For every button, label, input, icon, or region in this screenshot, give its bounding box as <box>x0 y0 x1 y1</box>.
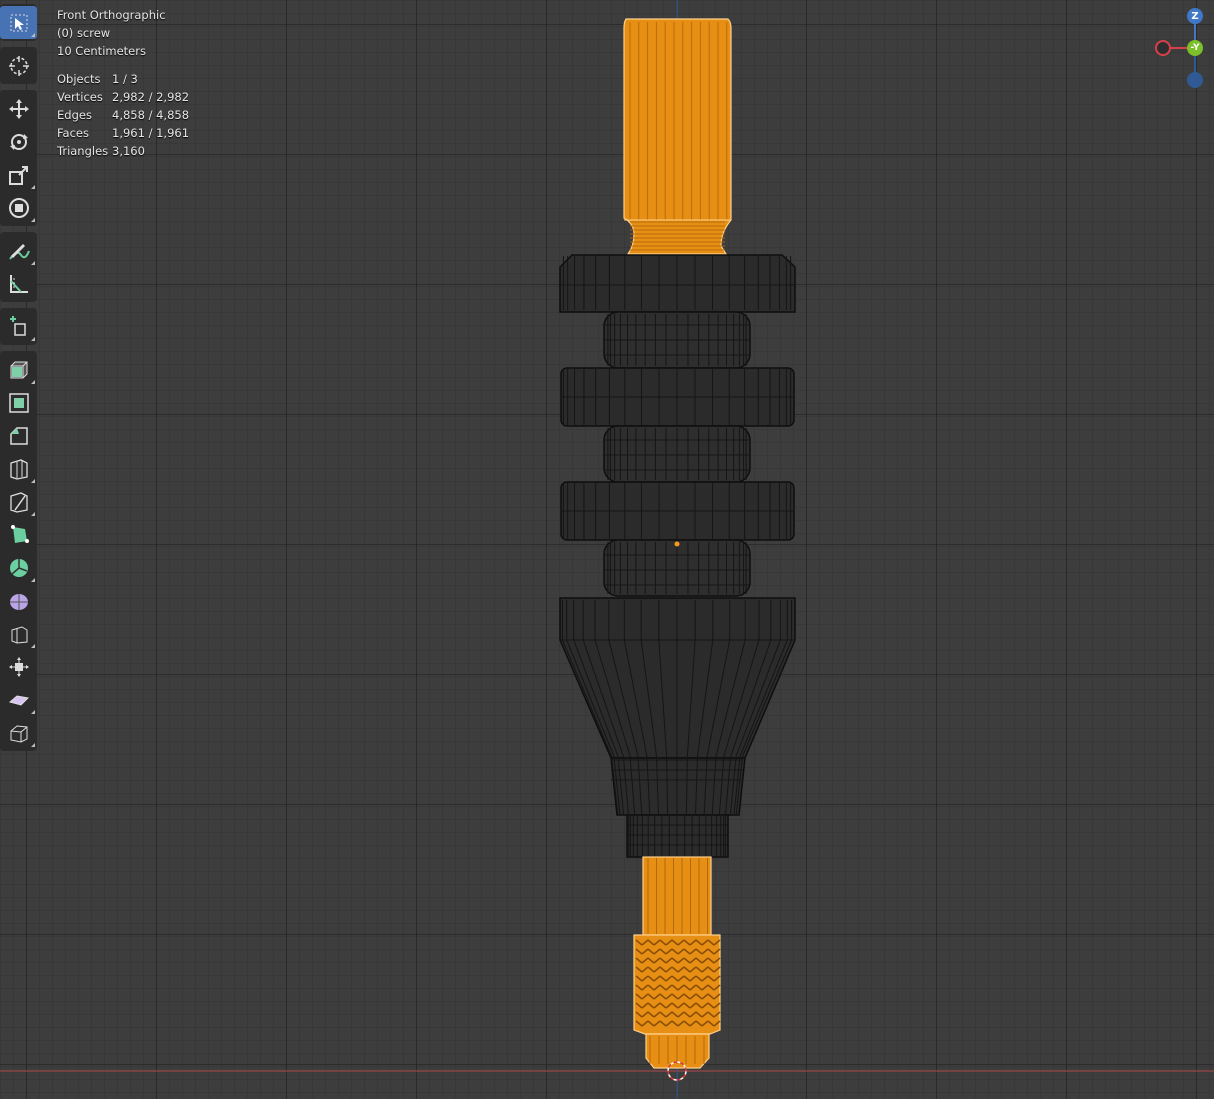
tool-variants-indicator <box>31 512 35 516</box>
tool-rotate[interactable] <box>0 125 37 158</box>
gizmo-neg-z-axis[interactable] <box>1187 72 1203 88</box>
tool-shelf <box>0 4 37 757</box>
tool-loop-cut[interactable] <box>0 452 37 485</box>
view-name: Front Orthographic <box>57 8 166 22</box>
move-icon <box>8 98 29 119</box>
add-cube-icon <box>9 315 26 336</box>
tool-variants-indicator <box>31 578 35 582</box>
navigation-gizmo[interactable]: Z -Y <box>1150 6 1214 96</box>
viewport-info-overlay: Front Orthographic (0) screw 10 Centimet… <box>57 6 189 160</box>
gizmo-neg-y-axis[interactable]: -Y <box>1187 40 1203 56</box>
shrink-fatten-icon <box>11 625 27 644</box>
tool-transform[interactable] <box>0 191 37 224</box>
tool-smooth[interactable] <box>0 584 37 617</box>
scale-icon <box>8 165 28 185</box>
3d-viewport[interactable]: Front Orthographic (0) screw 10 Centimet… <box>0 0 1214 1099</box>
tool-cursor[interactable] <box>0 49 37 82</box>
tool-group <box>0 232 37 302</box>
origin-point <box>674 541 680 547</box>
loop-cut-icon <box>9 458 28 480</box>
tool-shear[interactable] <box>0 650 37 683</box>
tool-add-cube[interactable] <box>0 310 37 343</box>
tool-bevel[interactable] <box>0 419 37 452</box>
inset-icon <box>8 392 29 413</box>
annotate-icon <box>8 243 30 260</box>
stat-vertices: Vertices 2,982 / 2,982 <box>57 90 190 104</box>
object-name: (0) screw <box>57 26 111 40</box>
select-box-icon <box>10 14 27 31</box>
scene-canvas <box>0 0 1214 1099</box>
tool-knife[interactable] <box>0 485 37 518</box>
tool-shear-slide[interactable] <box>0 683 37 716</box>
tool-group <box>0 90 37 226</box>
tool-annotate[interactable] <box>0 234 37 267</box>
tool-extrude[interactable] <box>0 353 37 386</box>
screw-shaft[interactable] <box>633 856 721 1069</box>
tool-inset[interactable] <box>0 386 37 419</box>
cursor-icon <box>8 55 29 76</box>
knife-icon <box>9 491 28 513</box>
transform-icon <box>8 197 29 218</box>
tool-variants-indicator <box>31 644 35 648</box>
tool-scale[interactable] <box>0 158 37 191</box>
handle-body[interactable] <box>559 254 796 858</box>
tool-variants-indicator <box>31 185 35 189</box>
tool-variants-indicator <box>31 479 35 483</box>
tool-rip-region[interactable] <box>0 716 37 749</box>
gizmo-z-axis[interactable]: Z <box>1187 8 1203 24</box>
gizmo-neg-x-axis[interactable] <box>1155 40 1171 56</box>
tool-spin[interactable] <box>0 551 37 584</box>
tool-move[interactable] <box>0 92 37 125</box>
spin-icon <box>9 558 28 577</box>
shear-slide-icon <box>8 694 29 706</box>
tool-variants-indicator <box>31 337 35 341</box>
tool-variants-indicator <box>31 33 35 37</box>
statistics: Objects 1 / 3 Vertices 2,982 / 2,982 Edges… <box>57 70 189 160</box>
tool-variants-indicator <box>31 218 35 222</box>
tool-shrink-fatten[interactable] <box>0 617 37 650</box>
stat-triangles: Triangles 3,160 <box>57 144 145 158</box>
tool-poly-build[interactable] <box>0 518 37 551</box>
rip-region-icon <box>10 724 27 743</box>
poly-build-icon <box>10 524 29 543</box>
tool-group <box>0 4 37 41</box>
tool-variants-indicator <box>31 710 35 714</box>
tool-select-box[interactable] <box>0 6 37 39</box>
measure-icon <box>9 274 28 293</box>
tool-variants-indicator <box>31 743 35 747</box>
stat-faces: Faces 1,961 / 1,961 <box>57 126 190 140</box>
extrude-icon <box>10 361 27 378</box>
bevel-icon <box>9 426 28 445</box>
shear-icon <box>8 656 29 677</box>
tool-group <box>0 47 37 84</box>
smooth-icon <box>9 593 28 610</box>
tool-variants-indicator <box>31 261 35 265</box>
stat-objects: Objects 1 / 3 <box>57 72 138 86</box>
tool-measure[interactable] <box>0 267 37 300</box>
tool-group <box>0 351 37 751</box>
stat-edges: Edges 4,858 / 4,858 <box>57 108 190 122</box>
tool-variants-indicator <box>31 380 35 384</box>
grid-scale: 10 Centimeters <box>57 44 146 58</box>
rotate-icon <box>9 133 28 150</box>
tool-group <box>0 308 37 345</box>
screw-head[interactable] <box>623 18 732 255</box>
